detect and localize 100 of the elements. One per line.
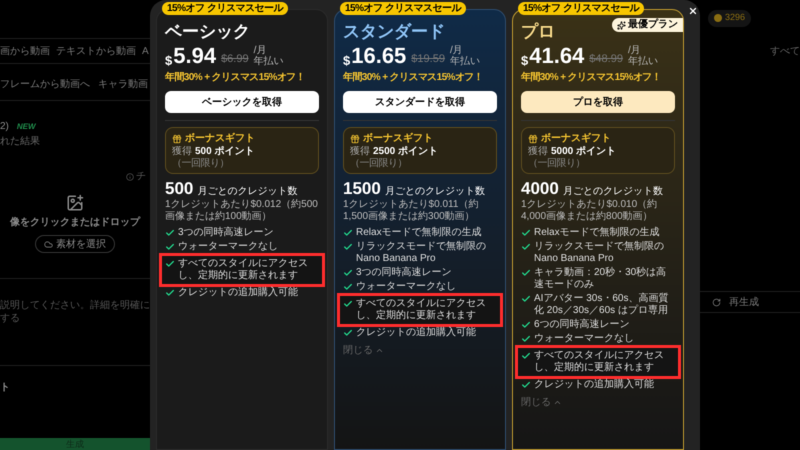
feature-text: 3つの同時高速レーン (178, 227, 274, 240)
check-icon (165, 228, 175, 238)
bonus-label: 獲得 (350, 146, 370, 158)
feature-text: クレジットの追加購入可能 (534, 379, 654, 392)
plan-price: $5.94 (165, 45, 216, 68)
billing-cycle: 年払い (628, 56, 658, 68)
feature-text: クレジットの追加購入可能 (356, 327, 476, 340)
mode-tab[interactable]: テキストから動画 (56, 44, 136, 58)
mode-tab[interactable]: A (142, 44, 149, 58)
credit-amount: 4000 (521, 180, 559, 198)
regenerate-label[interactable]: 再生成 (729, 294, 759, 310)
check-icon (165, 259, 175, 270)
sale-badge: 15%オフ クリスマスセール (340, 2, 466, 15)
feature-text: ウォーターマークなし (178, 241, 278, 254)
sale-badge: 15%オフ クリスマスセール (518, 2, 644, 15)
feature-text: すべてのスタイルにアクセスし、定期的に更新されます (178, 258, 309, 282)
check-icon (521, 334, 531, 344)
check-icon (165, 288, 175, 298)
check-icon (343, 268, 353, 278)
check-icon (521, 268, 531, 278)
original-price: $6.99 (221, 54, 249, 66)
get-plan-button[interactable]: ベーシックを取得 (165, 91, 319, 114)
bonus-label: 獲得 (172, 146, 192, 158)
image-upload-icon (66, 194, 84, 212)
discount-note: 年間30% + クリスマス15%オフ！ (165, 70, 306, 86)
check-icon (343, 242, 353, 252)
sub-tab[interactable]: フレームから動画へ (0, 76, 90, 92)
plan-price: $16.65 (343, 45, 406, 68)
filter-label[interactable]: すべて (770, 44, 800, 59)
check-icon (521, 228, 531, 238)
model-name: 2) (0, 120, 9, 134)
prompt-placeholder[interactable]: 説明してください。詳細を明確にする (0, 299, 150, 325)
feature-text: 6つの同時高速レーン (534, 319, 630, 332)
bonus-points: 500 ポイント (195, 146, 254, 158)
select-material-button[interactable]: 素材を選択 (35, 235, 115, 253)
feature-text: Relaxモードで無制限の生成 (356, 227, 482, 240)
plan-name: プロ (521, 21, 555, 42)
collapse-button[interactable]: 閉じる (343, 343, 384, 358)
get-plan-button[interactable]: スタンダードを取得 (343, 91, 497, 114)
credit-amount: 500 (165, 180, 194, 198)
credit-amount: 1500 (343, 180, 381, 198)
billing-cycle: 年払い (450, 56, 480, 68)
feature-text: すべてのスタイルにアクセスし、定期的に更新されます (534, 350, 665, 374)
check-icon (521, 380, 531, 390)
check-icon (343, 299, 353, 310)
new-label: NEW (16, 120, 36, 132)
bonus-note: （一回限り） (350, 158, 407, 170)
check-icon (165, 242, 175, 252)
feature-text: リラックスモードで無制限のNano Banana Pro (534, 241, 665, 266)
collapse-button[interactable]: 閉じる (521, 395, 562, 410)
coin-icon (714, 14, 722, 22)
bonus-label: 獲得 (528, 146, 548, 158)
upload-text: 像をクリックまたはドロップ (10, 215, 140, 230)
price-period: /月 (450, 45, 463, 56)
discount-note: 年間30% + クリスマス15%オフ！ (343, 70, 484, 86)
credit-label: 月ごとのクレジット数 (197, 187, 298, 198)
bonus-title: ボーナスギフト (185, 132, 255, 146)
section-label: ト (0, 382, 10, 393)
hint-text: チ (136, 170, 146, 184)
check-icon (521, 294, 531, 304)
model-description: れた結果 (0, 135, 40, 149)
credit-label: 月ごとのクレジット数 (562, 187, 663, 198)
check-icon (343, 228, 353, 238)
mode-tab[interactable]: 画から動画 (0, 44, 50, 58)
gift-icon (172, 134, 182, 144)
price-period: /月 (254, 45, 266, 56)
bonus-note: （一回限り） (528, 158, 585, 170)
bonus-title: ボーナスギフト (541, 132, 611, 146)
credit-note: 1クレジットあたり$0.010（約4,000画像または約800動画） (521, 199, 658, 224)
bonus-points: 2500 ポイント (373, 146, 438, 158)
original-price: $48.99 (589, 54, 623, 66)
check-icon (343, 328, 353, 338)
feature-text: 3つの同時高速レーン (356, 267, 452, 280)
gift-icon (528, 134, 538, 144)
bonus-points: 5000 ポイント (551, 146, 616, 158)
plan-name: スタンダード (343, 21, 445, 42)
feature-text: AIアバター 30s・60s、高画質化 20s／30s／60s はプロ専用 (534, 293, 670, 318)
feature-text: キャラ動画：20秒・30秒は高速モードのみ (534, 267, 668, 292)
discount-note: 年間30% + クリスマス15%オフ！ (521, 70, 662, 86)
sub-tab[interactable]: キャラ動画 (98, 76, 148, 92)
best-plan-ribbon: 最優プラン (612, 18, 683, 32)
plan-price: $41.64 (521, 45, 584, 68)
feature-text: ウォーターマークなし (356, 281, 456, 294)
billing-cycle: 年払い (254, 56, 284, 68)
close-icon[interactable] (688, 6, 698, 16)
feature-text: ウォーターマークなし (534, 333, 634, 346)
regenerate-icon (712, 298, 721, 306)
info-icon (126, 172, 134, 180)
check-icon (343, 282, 353, 292)
bonus-note: （一回限り） (172, 158, 229, 170)
credit-label: 月ごとのクレジット数 (384, 187, 485, 198)
credit-balance[interactable]: 3296 (708, 10, 752, 26)
cloud-icon (44, 240, 53, 248)
bonus-title: ボーナスギフト (363, 132, 433, 146)
plan-name: ベーシック (165, 21, 250, 42)
feature-text: Relaxモードで無制限の生成 (534, 227, 660, 240)
feature-text: すべてのスタイルにアクセスし、定期的に更新されます (356, 298, 487, 322)
credit-note: 1クレジットあたり$0.011（約1,500画像または約300動画） (343, 199, 480, 224)
get-plan-button[interactable]: プロを取得 (521, 91, 675, 114)
price-period: /月 (628, 45, 641, 56)
